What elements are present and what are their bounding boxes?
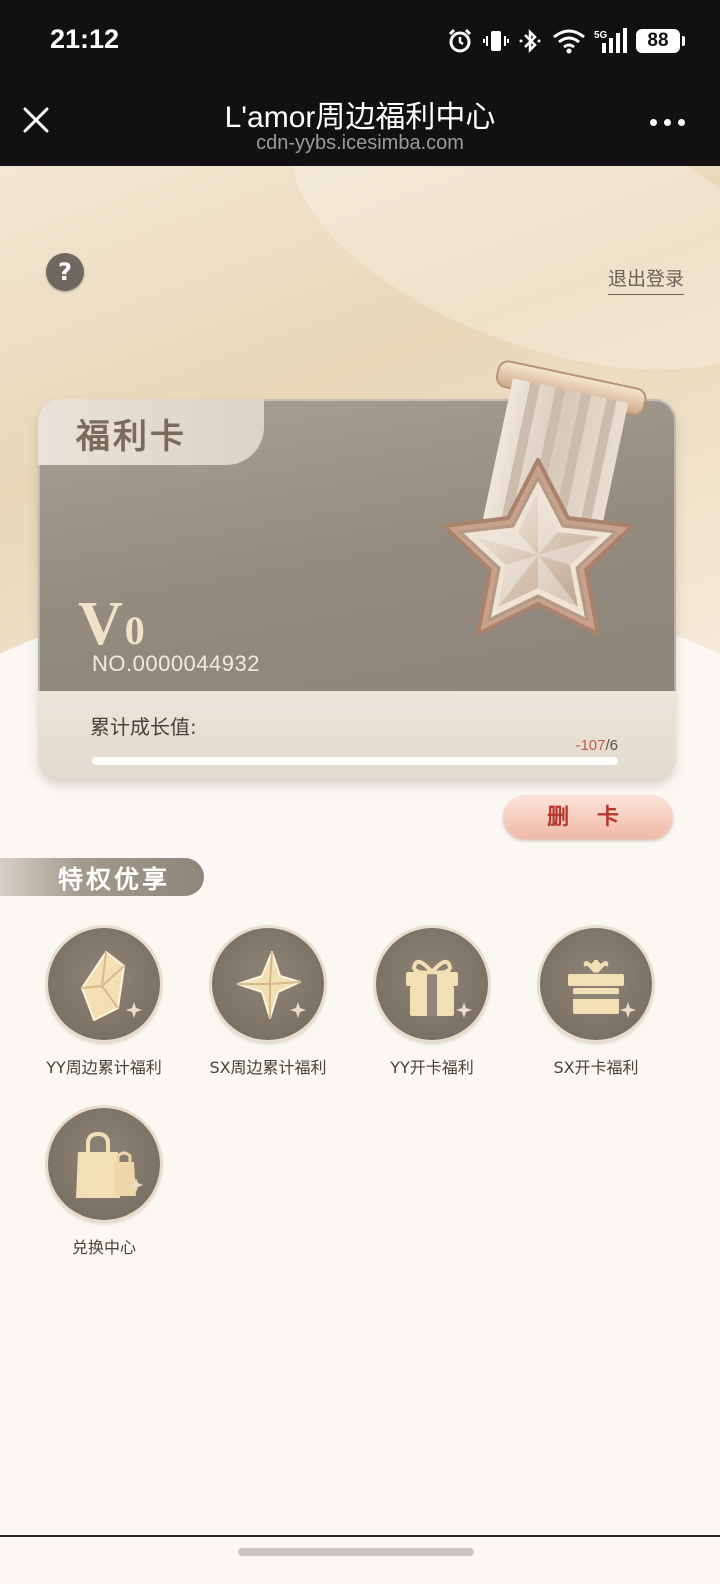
more-icon[interactable] xyxy=(650,112,690,132)
svg-text:5G: 5G xyxy=(594,30,608,41)
delete-card-button[interactable]: 删 卡 xyxy=(503,795,673,839)
privilege-yy-opening[interactable]: YY开卡福利 xyxy=(350,928,514,1078)
privilege-label: SX开卡福利 xyxy=(553,1058,639,1077)
growth-total: /6 xyxy=(605,737,618,754)
privilege-label: SX周边累计福利 xyxy=(209,1058,327,1077)
home-indicator[interactable] xyxy=(238,1548,474,1556)
privilege-label: 兑换中心 xyxy=(71,1238,136,1257)
level-number: 0 xyxy=(124,608,145,653)
level-letter: V xyxy=(78,590,123,658)
gift-open-icon xyxy=(568,960,636,1018)
signal-5g-icon: 5G xyxy=(594,28,627,53)
card-tab: 福利卡 xyxy=(38,399,264,465)
status-bar: 21:12 5G 88 xyxy=(0,0,720,82)
nav-divider xyxy=(0,1535,720,1537)
title-bar: L'amor周边福利中心 cdn-yybs.icesimba.com xyxy=(0,82,720,166)
battery-indicator: 88 xyxy=(636,29,685,53)
section-title: 特权优享 xyxy=(58,865,171,894)
card-title: 福利卡 xyxy=(76,417,187,457)
privilege-label: YY周边累计福利 xyxy=(46,1058,162,1077)
logout-link[interactable]: 退出登录 xyxy=(607,264,684,295)
status-time: 21:12 xyxy=(50,24,120,54)
growth-current: -107 xyxy=(575,737,606,754)
vibrate-icon xyxy=(483,31,509,51)
alarm-icon xyxy=(448,28,472,53)
status-icons: 5G 88 xyxy=(446,24,685,58)
privilege-exchange-center[interactable]: 兑换中心 xyxy=(22,1108,186,1258)
privilege-label: YY开卡福利 xyxy=(390,1058,474,1077)
privilege-yy-accumulated[interactable]: YY周边累计福利 xyxy=(22,928,186,1078)
privilege-sx-accumulated[interactable]: SX周边累计福利 xyxy=(186,928,350,1078)
card-number: NO.0000044932 xyxy=(92,651,260,676)
star-crystal-icon xyxy=(237,951,306,1019)
bluetooth-icon xyxy=(519,28,541,54)
growth-label: 累计成长值: xyxy=(90,715,197,739)
growth-progress-bar xyxy=(92,757,618,765)
gem-icon xyxy=(81,951,142,1021)
help-icon[interactable]: ? xyxy=(46,253,84,291)
page-url: cdn-yybs.icesimba.com xyxy=(256,132,464,154)
section-header: 特权优享 xyxy=(0,858,204,896)
page-title: L'amor周边福利中心 xyxy=(224,101,496,134)
level-display: V0 xyxy=(78,589,145,660)
wifi-icon xyxy=(553,29,585,54)
privilege-sx-opening[interactable]: SX开卡福利 xyxy=(514,928,678,1078)
growth-count: -107/6 xyxy=(575,737,618,754)
gift-box-icon xyxy=(406,960,472,1018)
star-medal-icon xyxy=(442,360,647,636)
shopping-bag-icon xyxy=(76,1131,143,1198)
growth-section: 累计成长值: -107/6 xyxy=(38,691,676,779)
